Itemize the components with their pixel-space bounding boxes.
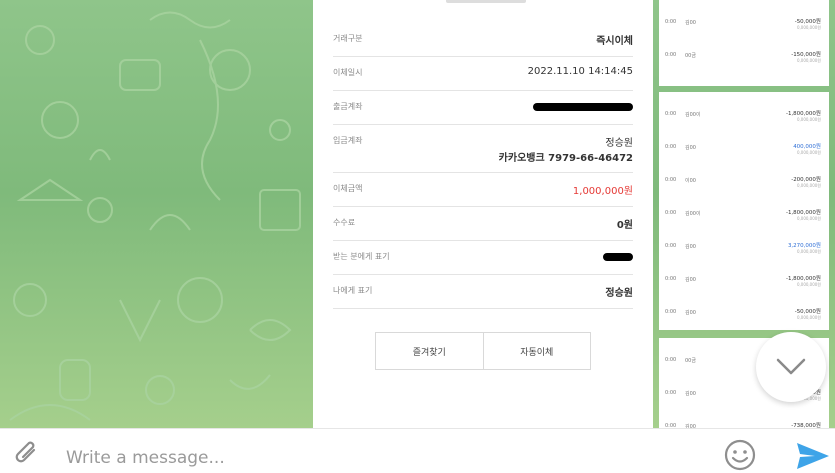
history-amount: -1,800,000원 [785,210,821,216]
row-fee: 수수료 0원 [333,206,633,241]
history-time: 0:00 [665,390,677,396]
row-label: 거래구분 [333,34,363,43]
receipt-top-cut [446,0,526,3]
row-withdraw-account: 출금계좌 [333,90,633,125]
chevron-down-icon [776,358,806,375]
history-sub: 0,000,000원 [796,150,821,155]
row-recipient-memo: 받는 분에게 표기 [333,240,633,275]
recipient-name: 정승원 [605,138,633,149]
row-value: 정승원 [605,288,633,299]
history-desc: 김00 [685,20,696,26]
redaction-mark [533,103,633,111]
history-amount: -200,000원 [791,177,821,183]
history-desc: 김00이 [685,112,701,118]
row-label: 이체금액 [333,184,363,193]
history-sub: 0,000,000원 [796,117,821,122]
history-time: 0:00 [665,144,677,150]
history-amount: -150,000원 [791,52,821,58]
history-row: 0:00 김00이 -1,800,000원 0,000,000원 [659,197,829,233]
history-amount: -1,800,000원 [785,276,821,282]
history-desc: 00금 [685,53,696,59]
history-row: 0:00 김00이 -1,800,000원 0,000,000원 [659,98,829,134]
history-desc: 김00 [685,391,696,397]
history-time: 0:00 [665,52,677,58]
row-transfer-amount: 이체금액 1,000,000원 [333,172,633,207]
history-desc: 이00 [685,178,696,184]
favorite-button[interactable]: 즐겨찾기 [376,333,483,369]
history-time: 0:00 [665,210,677,216]
receipt-button-group: 즐겨찾기 자동이체 [375,332,591,370]
history-sub: 0,000,000원 [796,315,821,320]
row-value: 1,000,000원 [572,186,633,197]
history-row: 0:00 김00 -50,000원 0,000,000원 [659,296,829,332]
row-value: 0원 [616,220,633,231]
row-value: 즉시이체 [596,36,633,47]
history-sub: 0,000,000원 [796,216,821,221]
message-composer [0,428,835,473]
row-transfer-datetime: 이체일시 2022.11.10 14:14:45 [333,56,633,91]
transfer-receipt: 거래구분 즉시이체 이체일시 2022.11.10 14:14:45 출금계좌 … [313,0,653,428]
history-amount: 3,270,000원 [787,243,821,249]
row-label: 나에게 표기 [333,286,373,295]
history-amount: -1,800,000원 [785,111,821,117]
recipient-account: 카카오뱅크 7979-66-46472 [498,153,633,164]
history-time: 0:00 [665,111,677,117]
history-sub: 0,000,000원 [796,183,821,188]
history-panel-middle: 0:00 김00이 -1,800,000원 0,000,000원 0:00 김00 400,… [659,92,829,330]
history-row: 0:00김00-738,000원0,000,000원 [659,410,829,428]
history-time: 0:00 [665,357,677,363]
send-icon [797,443,829,469]
row-my-memo: 나에게 표기 정승원 [333,274,633,309]
attach-button[interactable] [10,437,44,471]
row-value: 2022.11.10 14:14:45 [527,66,633,77]
history-sub: 0,000,000원 [796,58,821,63]
redaction-mark [603,253,633,261]
row-label: 이체일시 [333,68,363,77]
history-row: 0:00 김00 -1,800,000원 0,000,000원 [659,263,829,299]
row-label: 받는 분에게 표기 [333,252,390,261]
history-sub: 0,000,000원 [796,282,821,287]
chat-wallpaper-doodles [9,11,301,421]
history-desc: 김00이 [685,211,701,217]
history-sub: 0,000,000원 [796,249,821,254]
chat-background: 거래구분 즉시이체 이체일시 2022.11.10 14:14:45 출금계좌 … [0,0,835,428]
history-time: 0:00 [665,243,677,249]
history-amount: 400,000원 [793,144,821,150]
history-desc: 김00 [685,310,696,316]
history-time: 0:00 [665,276,677,282]
row-label: 출금계좌 [333,102,363,111]
scroll-to-bottom-button[interactable] [756,332,826,402]
row-deposit-account: 입금계좌 정승원 카카오뱅크 7979-66-46472 [333,124,633,173]
message-input[interactable] [66,443,666,473]
emoji-button[interactable] [722,437,758,473]
history-time: 0:00 [665,309,677,315]
history-row: 0:00 00금 -150,000원 0,000,000원 [659,39,829,75]
history-row: 0:00 이00 -200,000원 0,000,000원 [659,164,829,200]
paperclip-icon [15,441,36,463]
history-sub: 0,000,000원 [796,25,821,30]
auto-transfer-button[interactable]: 자동이체 [482,333,591,369]
history-row: 0:00 김00 400,000원 0,000,000원 [659,131,829,167]
history-amount: -50,000원 [794,19,821,25]
row-transaction-type: 거래구분 즉시이체 [333,22,633,57]
history-desc: 김00 [685,277,696,283]
history-desc: 김00 [685,244,696,250]
history-amount: -50,000원 [794,309,821,315]
history-desc: 00금 [685,358,696,364]
history-row: 0:00 김00 3,270,000원 0,000,000원 [659,230,829,266]
history-amount: -738,000원 [791,423,821,428]
row-label: 수수료 [333,218,356,227]
history-row: 0:00 김00 -50,000원 0,000,000원 [659,6,829,42]
history-time: 0:00 [665,177,677,183]
history-panel-top: 0:00 김00 -50,000원 0,000,000원 0:00 00금 -150,000… [659,0,829,86]
row-label: 입금계좌 [333,136,363,145]
smiley-icon [724,439,756,471]
send-button[interactable] [794,439,832,473]
history-desc: 김00 [685,145,696,151]
history-time: 0:00 [665,19,677,25]
